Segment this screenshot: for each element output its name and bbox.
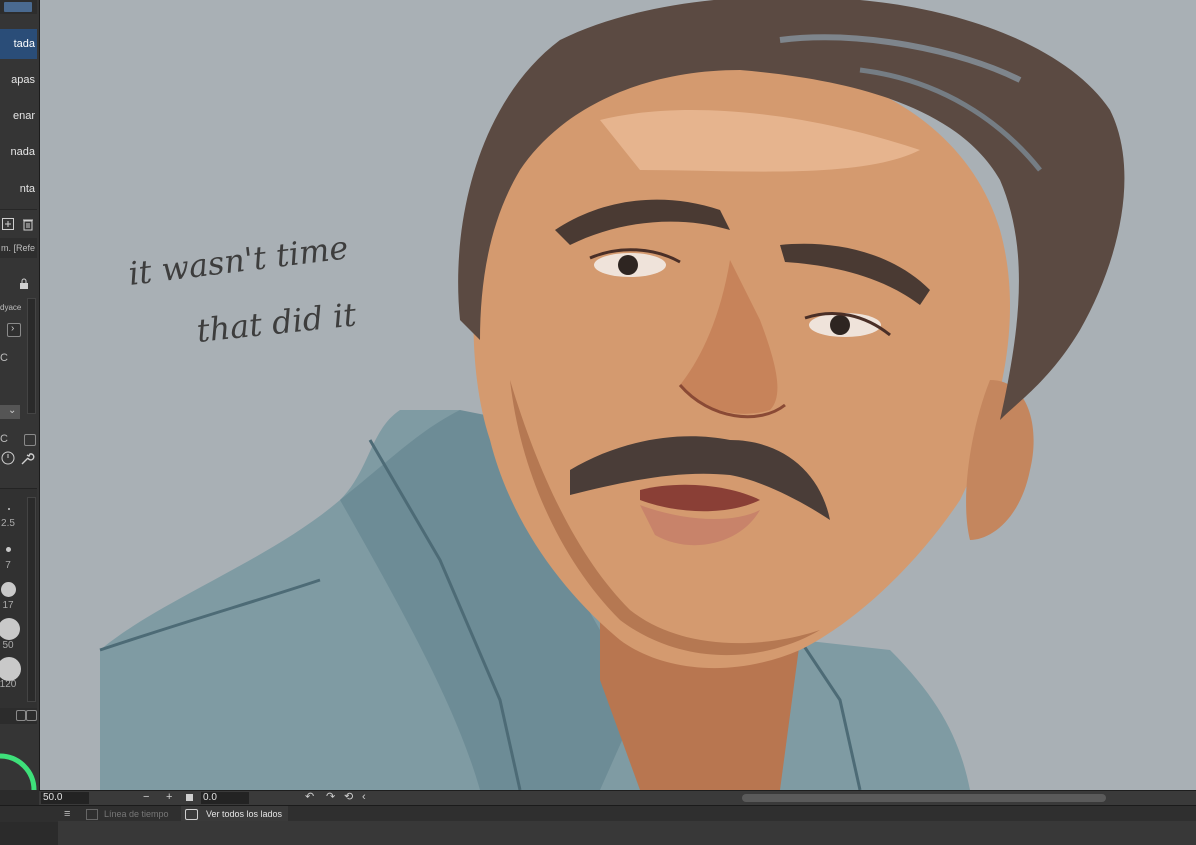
angle-field[interactable]: 0.0 xyxy=(201,792,249,804)
property-label-dyace: dyace xyxy=(0,303,22,312)
lock-icon[interactable] xyxy=(18,278,30,290)
subtool-item-4[interactable]: nta xyxy=(0,174,37,204)
menu-icon[interactable]: ≡ xyxy=(64,806,70,822)
brush-size-scrollbar[interactable] xyxy=(27,497,36,702)
plus-square-icon[interactable] xyxy=(1,217,15,231)
property-header: m. [Refe xyxy=(0,238,37,258)
property-dropdown[interactable]: ⌄ xyxy=(0,405,20,419)
drawing-canvas[interactable]: it wasn't time that did it xyxy=(40,0,1196,790)
brush-size-label: 17 xyxy=(2,600,14,611)
zoom-in-button[interactable]: + xyxy=(166,791,172,804)
brush-dot-4[interactable] xyxy=(0,618,20,640)
tab-timeline[interactable]: Línea de tiempo xyxy=(86,806,169,822)
property-title: m. [Refe xyxy=(1,243,36,253)
brush-dot-2[interactable] xyxy=(6,547,11,552)
tab-timeline-label: Línea de tiempo xyxy=(104,809,169,819)
expand-button[interactable] xyxy=(24,434,36,446)
chevron-right-button[interactable]: › xyxy=(7,323,21,337)
zoom-out-button[interactable]: − xyxy=(143,791,149,804)
sub-tool-panel: tada apas enar nada nta m. [Refe dyace ›… xyxy=(0,0,40,790)
subtool-item-1[interactable]: apas xyxy=(0,65,37,95)
settings-button[interactable] xyxy=(16,710,26,721)
brush-dot-5[interactable] xyxy=(0,657,21,681)
brush-size-label: 7 xyxy=(5,560,11,571)
brush-size-footer xyxy=(0,708,37,724)
color-wheel-ring[interactable] xyxy=(0,750,40,790)
reset-icon[interactable]: ⟲ xyxy=(344,791,353,804)
zoom-field[interactable]: 50.0 xyxy=(41,792,89,804)
property-label-c1: C xyxy=(0,352,8,364)
chevron-down-icon: ⌄ xyxy=(8,405,17,416)
horizontal-scrollbar[interactable] xyxy=(742,794,1106,802)
brush-dot-1[interactable] xyxy=(8,508,10,510)
canvas-status-bar: 50.0 − + 0.0 ↶ ↷ ⟲ ‹ xyxy=(39,790,1196,805)
brush-size-label: 120 xyxy=(0,679,17,690)
tab-view-all-sides[interactable]: Ver todos los lados xyxy=(181,806,289,822)
portrait-artwork xyxy=(99,0,1125,790)
subtool-item-3[interactable]: nada xyxy=(0,137,37,167)
subtool-item-2[interactable]: enar xyxy=(0,101,37,131)
camera-icon xyxy=(185,809,198,821)
rotate-left-icon[interactable]: ↶ xyxy=(305,791,314,804)
subtool-actions xyxy=(0,209,37,238)
stop-icon[interactable] xyxy=(186,794,193,801)
tab-view-all-sides-label: Ver todos los lados xyxy=(206,809,283,819)
brush-size-panel: 2.5 7 17 50 120 xyxy=(0,488,37,709)
rotate-right-icon[interactable]: ↷ xyxy=(326,791,335,804)
property-label-c2: C xyxy=(0,433,8,445)
trash-icon[interactable] xyxy=(21,217,35,231)
panel-tab[interactable] xyxy=(4,2,32,12)
chevron-down-button[interactable] xyxy=(26,710,37,721)
chevron-left-icon[interactable]: ‹ xyxy=(362,791,366,804)
bottom-panel-content xyxy=(58,821,1196,845)
timeline-icon xyxy=(86,809,98,821)
brush-size-label: 2.5 xyxy=(1,518,15,529)
subtool-item-0[interactable]: tada xyxy=(0,29,37,59)
wrench-icon[interactable] xyxy=(19,451,35,467)
dial-icon[interactable] xyxy=(0,450,16,466)
property-scrollbar[interactable] xyxy=(27,298,36,414)
brush-dot-3[interactable] xyxy=(1,582,16,597)
brush-size-label: 50 xyxy=(2,640,14,651)
bottom-tab-bar: ≡ Línea de tiempo Ver todos los lados xyxy=(0,805,1196,822)
panel-header xyxy=(0,0,37,14)
